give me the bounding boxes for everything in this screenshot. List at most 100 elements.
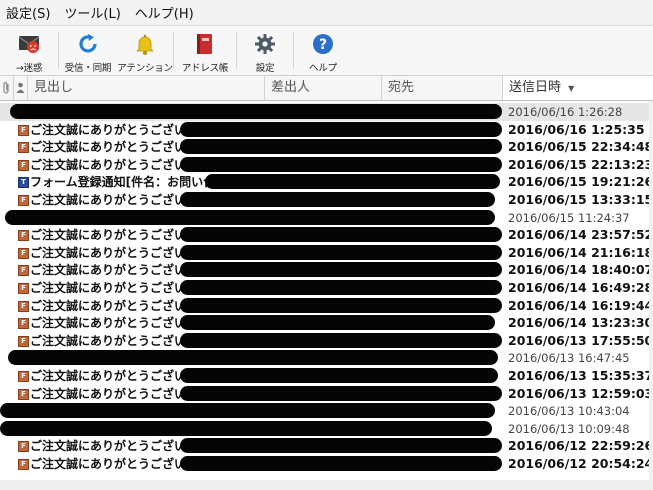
formatted-mail-icon: F [18,301,29,312]
message-date: 2016/06/12 20:54:24 [508,456,653,471]
message-date: 2016/06/16 1:25:35 [508,122,645,137]
horizontal-scrollbar[interactable] [0,480,653,490]
paperclip-icon [3,82,9,94]
gear-icon [251,31,279,57]
toolbar-button-bell[interactable]: アテンション [117,26,173,75]
sort-descending-icon: ▼ [568,84,575,93]
redaction-mark [180,386,502,401]
toolbar-button-label: アテンション [117,63,173,74]
message-row[interactable]: 2016/06/16 1:26:28 [0,103,653,121]
formatted-mail-icon: F [18,248,29,259]
toolbar-button-help[interactable]: ? ヘルプ [294,26,352,75]
message-row[interactable]: F ご注文誠にありがとうございます 2016/06/12 22:59:26 [0,437,653,455]
message-row[interactable]: F ご注文誠にありがとうございます 2016/06/15 13:33:15 [0,191,653,209]
redaction-mark [180,280,502,295]
message-row[interactable]: 2016/06/13 10:09:48 [0,420,653,438]
toolbar-button-label: →迷惑 [15,63,43,74]
message-date: 2016/06/14 13:23:30 [508,315,653,330]
redaction-mark [0,421,492,436]
formatted-mail-icon: F [18,441,29,452]
redaction-mark [180,227,502,242]
message-row[interactable]: F ご注文誠にありがとうございます 2016/06/14 23:57:52 [0,226,653,244]
message-row[interactable]: F ご注文誠にありがとうございます 2016/06/12 20:54:24 [0,455,653,473]
spam-mail-icon [15,31,43,57]
toolbar: →迷惑 受信・同期 アテンション アドレス帳 設定? ヘルプ [0,26,653,76]
sender-status-column-header[interactable] [14,76,28,100]
message-row[interactable]: F ご注文誠にありがとうございます 2016/06/14 16:19:44 [0,297,653,315]
formatted-mail-icon: F [18,389,29,400]
message-row[interactable]: 2016/06/15 11:24:37 [0,209,653,227]
menu-item-0[interactable]: 設定(S) [6,3,50,22]
redaction-mark [180,438,502,453]
message-row[interactable]: F ご注文誠にありがとうございます 2016/06/13 12:59:03 [0,385,653,403]
message-date: 2016/06/13 17:55:50 [508,333,653,348]
sender-column-header[interactable]: 差出人 [265,76,382,100]
attachment-column-header[interactable] [0,76,14,100]
redaction-mark [8,350,498,365]
toolbar-button-spam-mail[interactable]: →迷惑 [0,26,58,75]
formatted-mail-icon: F [18,160,29,171]
message-row[interactable]: 2016/06/13 16:47:45 [0,349,653,367]
formatted-mail-icon: F [18,459,29,470]
toolbar-button-label: 設定 [255,63,275,74]
message-row[interactable]: F ご注文誠にありがとうございます 2016/06/14 16:49:28 [0,279,653,297]
menu-bar: 設定(S) ツール(L) ヘルプ(H) [0,0,653,26]
formatted-mail-icon: F [18,125,29,136]
message-date: 2016/06/14 16:49:28 [508,280,653,295]
message-date: 2016/06/15 19:21:26 [508,174,653,189]
message-row[interactable]: F ご注文誠にありがとうございます 2016/06/15 22:34:48 [0,138,653,156]
message-date: 2016/06/13 16:47:45 [508,351,630,365]
date-column-header[interactable]: 送信日時 ▼ [503,76,653,100]
redaction-mark [205,174,500,189]
message-list: 2016/06/16 1:26:28 F ご注文誠にありがとうございます 2016/0… [0,101,653,490]
redaction-mark [180,139,502,154]
toolbar-button-sync[interactable]: 受信・同期 [59,26,117,75]
message-row[interactable]: F ご注文誠にありがとうございます 2016/06/14 13:23:30 [0,314,653,332]
message-row[interactable]: F ご注文誠にありがとうございます 2016/06/15 22:13:23 [0,156,653,174]
subject-column-header[interactable]: 見出し [28,76,265,100]
svg-text:?: ? [319,37,327,53]
toolbar-button-label: アドレス帳 [181,63,229,74]
message-list-header: 見出し 差出人 宛先 送信日時 ▼ [0,76,653,101]
redaction-mark [180,315,495,330]
redaction-mark [10,104,502,119]
message-date: 2016/06/13 10:09:48 [508,422,630,436]
formatted-mail-icon: F [18,230,29,241]
address-book-icon [191,31,219,57]
menu-item-2[interactable]: ヘルプ(H) [135,3,194,22]
message-date: 2016/06/12 22:59:26 [508,438,653,453]
redaction-mark [0,403,495,418]
message-row[interactable]: F ご注文誠にありがとうございます 2016/06/13 15:35:37 [0,367,653,385]
message-row[interactable]: F ご注文誠にありがとうございます 2016/06/14 21:16:18 [0,244,653,262]
toolbar-button-address-book[interactable]: アドレス帳 [174,26,236,75]
message-date: 2016/06/16 1:26:28 [508,105,623,119]
message-row[interactable]: F ご注文誠にありがとうございます 2016/06/16 1:25:35 [0,121,653,139]
message-date: 2016/06/14 18:40:07 [508,262,653,277]
text-mail-icon: T [18,177,29,188]
redaction-mark [180,192,495,207]
message-row[interactable]: F ご注文誠にありがとうございます 2016/06/14 18:40:07 [0,261,653,279]
toolbar-button-label: 受信・同期 [64,63,112,74]
message-date: 2016/06/13 15:35:37 [508,368,653,383]
formatted-mail-icon: F [18,195,29,206]
vertical-scrollbar[interactable] [649,101,653,490]
message-row[interactable]: 2016/06/13 10:43:04 [0,402,653,420]
formatted-mail-icon: F [18,142,29,153]
message-row[interactable]: T フォーム登録通知[件名：お問い合わ 2016/06/15 19:21:26 [0,173,653,191]
toolbar-button-gear[interactable]: 設定 [237,26,293,75]
recipient-column-header[interactable]: 宛先 [382,76,503,100]
message-date: 2016/06/15 11:24:37 [508,211,630,225]
formatted-mail-icon: F [18,318,29,329]
message-row[interactable]: F ご注文誠にありがとうございます 2016/06/13 17:55:50 [0,332,653,350]
help-icon: ? [309,31,337,57]
message-date: 2016/06/13 12:59:03 [508,386,653,401]
message-subject: フォーム登録通知[件名：お問い合わ [30,175,228,189]
redaction-mark [180,456,502,471]
redaction-mark [180,157,502,172]
redaction-mark [180,333,502,348]
message-date: 2016/06/14 16:19:44 [508,298,653,313]
redaction-mark [180,122,502,137]
menu-item-1[interactable]: ツール(L) [64,3,120,22]
formatted-mail-icon: F [18,336,29,347]
toolbar-button-label: ヘルプ [309,63,337,74]
